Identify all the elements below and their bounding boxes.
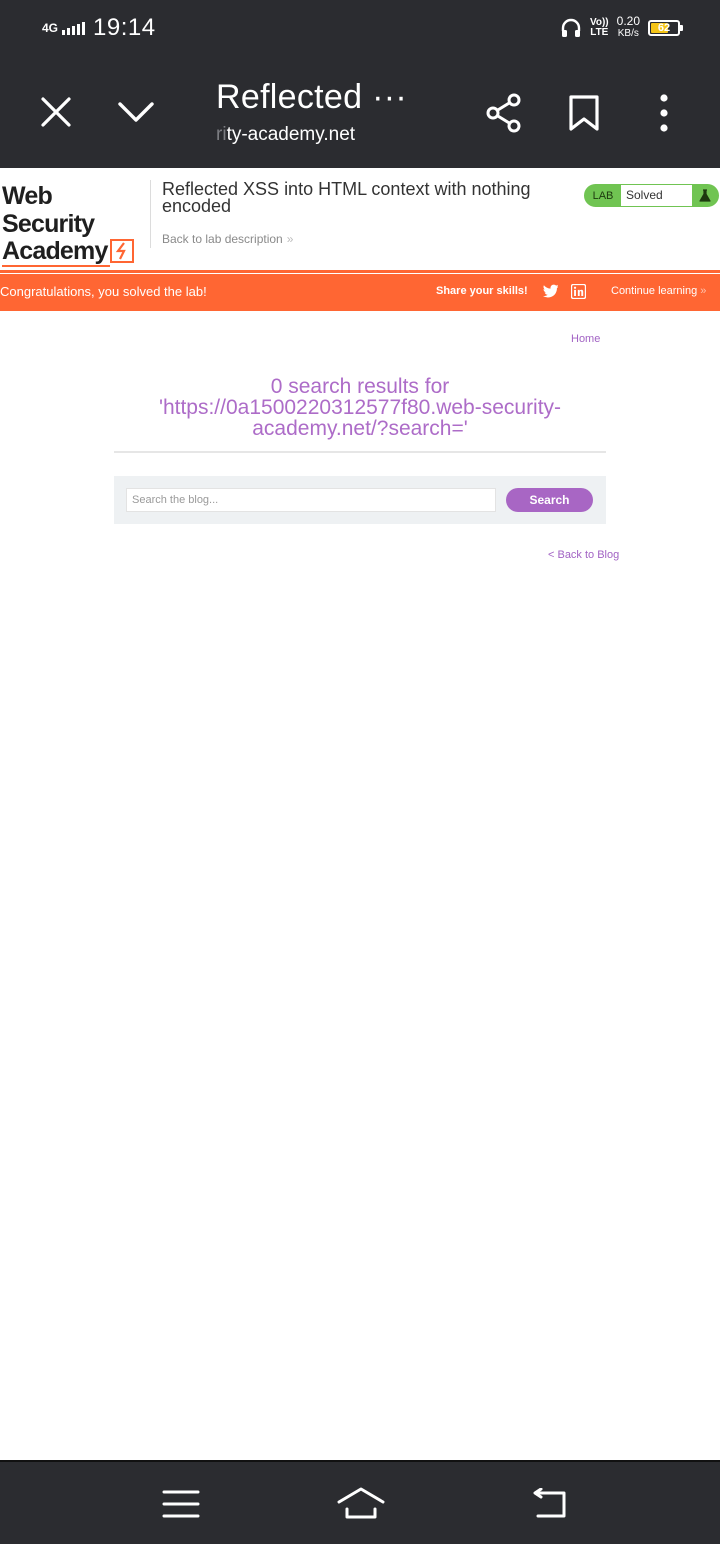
lab-title: Reflected XSS into HTML context with not…	[162, 179, 531, 216]
network-type: 4G	[42, 21, 59, 35]
share-your-skills-label: Share your skills!	[436, 285, 528, 297]
battery-icon: 62	[648, 19, 683, 36]
url-visible: ty-academy.net	[226, 124, 356, 145]
search-input[interactable]	[126, 488, 496, 512]
page-title[interactable]: Reflected ···	[216, 78, 407, 117]
double-chevron-icon: »	[700, 285, 707, 297]
system-navigation-bar	[0, 1460, 720, 1544]
status-right: Vo)) LTE 0.20 KB/s 62	[560, 14, 683, 39]
logo-line2: Academy	[2, 237, 108, 265]
academy-header: Web Security Academy Reflected XSS into …	[0, 170, 720, 270]
academy-bolt-icon	[110, 239, 134, 263]
linkedin-icon[interactable]	[571, 284, 586, 299]
lab-status-label: Solved	[621, 185, 692, 206]
congratulations-banner: Congratulations, you solved the lab! Sha…	[0, 274, 720, 311]
home-icon[interactable]	[336, 1486, 386, 1520]
url-faded: ri	[216, 124, 227, 145]
search-button[interactable]: Search	[506, 488, 593, 512]
status-bar: 4G 19:14 Vo)) LTE 0.20 KB/s 62	[0, 0, 720, 58]
header-accent-line	[0, 270, 720, 273]
search-results-heading: 0 search results for 'https://0a15002203…	[158, 375, 562, 440]
volte-line1: Vo))	[589, 16, 609, 28]
back-to-lab-description-label: Back to lab description	[162, 232, 283, 246]
lab-status-badge: LAB Solved	[584, 184, 719, 207]
speed-unit: KB/s	[617, 28, 639, 39]
volte-line2: LTE	[590, 26, 609, 38]
continue-learning-label: Continue learning	[611, 285, 698, 297]
web-security-academy-logo[interactable]: Web Security Academy	[2, 182, 148, 267]
double-chevron-icon: »	[286, 232, 294, 246]
menu-icon[interactable]	[162, 1488, 200, 1520]
signal-icon	[62, 21, 85, 35]
header-divider	[150, 180, 151, 248]
logo-line1: Web Security	[2, 182, 95, 238]
volte-indicator: Vo)) LTE	[589, 16, 609, 38]
bookmark-icon[interactable]	[568, 94, 600, 132]
results-divider	[114, 451, 606, 453]
back-to-lab-description-link[interactable]: Back to lab description»	[162, 232, 293, 246]
congratulations-message: Congratulations, you solved the lab!	[0, 284, 207, 299]
back-icon[interactable]	[530, 1488, 570, 1520]
lab-badge-label: LAB	[592, 189, 614, 202]
home-link[interactable]: Home	[571, 333, 600, 345]
twitter-icon[interactable]	[543, 284, 558, 298]
blog-search-form: Search	[114, 476, 606, 524]
back-to-blog-link[interactable]: < Back to Blog	[548, 549, 619, 561]
speed-value: 0.20	[616, 14, 640, 28]
network-speed: 0.20 KB/s	[616, 14, 640, 39]
share-icon[interactable]	[484, 92, 524, 134]
status-left: 4G 19:14	[42, 14, 156, 42]
url-display[interactable]: rity-academy.net	[216, 124, 355, 146]
battery-level: 62	[657, 21, 671, 34]
flask-icon	[692, 188, 718, 203]
headphones-icon	[561, 18, 581, 37]
chevron-down-icon[interactable]	[116, 98, 156, 126]
browser-toolbar: Reflected ··· rity-academy.net	[0, 58, 720, 168]
more-icon[interactable]	[654, 94, 674, 132]
close-icon[interactable]	[40, 96, 72, 128]
clock: 19:14	[93, 14, 156, 41]
continue-learning-link[interactable]: Continue learning »	[611, 285, 706, 297]
